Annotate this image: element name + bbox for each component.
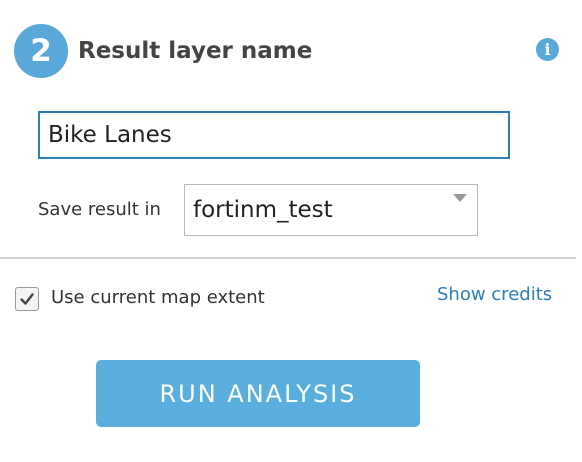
analysis-panel: 2 Result layer name i Save result in for… xyxy=(0,0,582,462)
show-credits-link[interactable]: Show credits xyxy=(437,284,552,305)
chevron-down-icon xyxy=(453,194,467,202)
save-result-label: Save result in xyxy=(38,199,161,220)
save-folder-select[interactable]: fortinm_test xyxy=(184,184,478,236)
checkmark-icon xyxy=(20,293,34,305)
divider xyxy=(0,257,576,259)
save-folder-value: fortinm_test xyxy=(193,197,333,223)
step-header: 2 Result layer name xyxy=(14,24,312,78)
run-analysis-button[interactable]: RUN ANALYSIS xyxy=(96,360,420,427)
use-map-extent-checkbox[interactable] xyxy=(15,287,39,311)
use-map-extent-label[interactable]: Use current map extent xyxy=(51,287,265,308)
step-number-badge: 2 xyxy=(14,24,68,78)
info-icon[interactable]: i xyxy=(536,38,559,61)
result-layer-name-input[interactable] xyxy=(38,111,510,159)
step-title: Result layer name xyxy=(78,38,313,64)
